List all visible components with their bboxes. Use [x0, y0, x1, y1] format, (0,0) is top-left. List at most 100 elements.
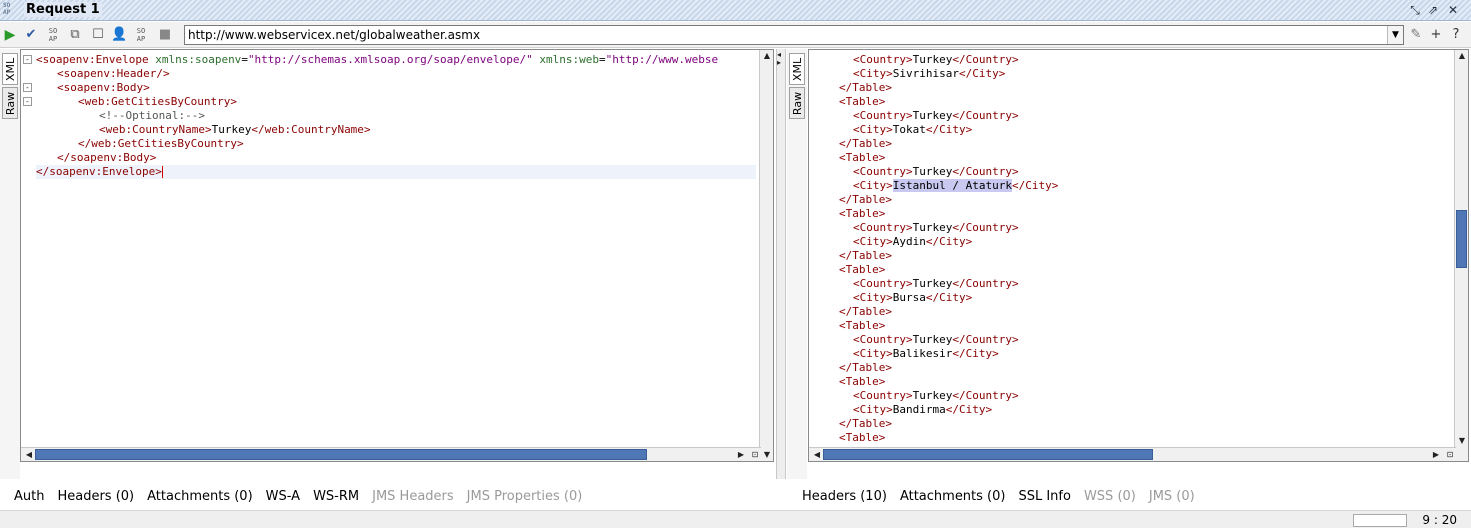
scroll-down-icon[interactable]: ▼ [1456, 435, 1468, 447]
code-token: > [885, 249, 892, 262]
tab-raw[interactable]: Raw [789, 87, 805, 119]
code-token: > [1051, 179, 1059, 192]
bottom-tab[interactable]: Attachments (0) [147, 489, 253, 504]
response-vertical-scrollbar[interactable]: ▲ ▼ [1454, 50, 1468, 461]
code-token: > [878, 95, 886, 108]
tab-xml[interactable]: XML [2, 53, 18, 85]
fold-toggle-icon[interactable]: - [23, 55, 32, 64]
fold-toggle-icon[interactable]: - [23, 83, 32, 92]
bottom-tab[interactable]: SSL Info [1018, 489, 1070, 504]
code-token: > [885, 137, 892, 150]
scroll-right-icon[interactable]: ▶ [1430, 449, 1442, 461]
code-token: </ [925, 291, 940, 304]
collapse-arrows-icon[interactable]: ◂ ▸ [777, 51, 781, 67]
code-token: > [998, 67, 1006, 80]
zoom-icon[interactable]: ⊡ [1444, 449, 1456, 461]
bottom-tab[interactable]: WS-A [266, 489, 300, 504]
detach-icon[interactable]: ⇗ [1426, 3, 1440, 17]
code-line: <City>Balikesir</City> [825, 347, 1455, 361]
code-token: </ [925, 123, 940, 136]
stop-icon[interactable]: ■ [157, 27, 173, 43]
validate-icon[interactable]: ✔ [23, 27, 39, 43]
code-token: Country [859, 109, 906, 122]
scroll-up-icon[interactable]: ▲ [1456, 50, 1468, 62]
scroll-up-icon[interactable]: ▲ [761, 50, 773, 62]
code-token: "http://www.webse [605, 53, 719, 66]
code-token: Turkey [912, 165, 953, 178]
zoom-icon[interactable]: ⊡ [749, 449, 761, 461]
edit-endpoints-icon[interactable]: ✎ [1408, 27, 1424, 43]
vertical-scroll-thumb[interactable] [1456, 210, 1467, 268]
request-horizontal-scrollbar[interactable]: ◀ ▶ ⊡ [21, 447, 761, 461]
code-token: > [886, 235, 893, 248]
close-icon[interactable]: ✕ [1446, 3, 1460, 17]
bottom-tab[interactable]: Headers (10) [802, 489, 887, 504]
help-icon[interactable]: ? [1448, 27, 1464, 43]
response-xml-editor[interactable]: <Country>Turkey</Country> <City>Sivrihisa… [808, 49, 1469, 462]
run-icon[interactable]: ▶ [2, 27, 18, 43]
code-token: </ [839, 361, 853, 374]
split-view-icon[interactable]: ⧉ [67, 27, 83, 43]
endpoint-url-input[interactable]: http://www.webservicex.net/globalweather… [184, 25, 1404, 45]
code-token: > [878, 319, 886, 332]
code-token: </ [925, 235, 940, 248]
status-bar: 9 : 20 [0, 510, 1471, 528]
code-token: City [859, 67, 887, 80]
code-token: </ [78, 137, 92, 150]
fold-gutter [809, 50, 821, 461]
bottom-tab: JMS Headers [372, 489, 454, 504]
restore-icon[interactable]: ⤡ [1408, 3, 1422, 17]
scroll-left-icon[interactable]: ◀ [23, 449, 35, 461]
code-token: </ [1011, 179, 1026, 192]
bottom-tab[interactable]: WS-RM [313, 489, 359, 504]
maximize-icon[interactable]: ☐ [90, 27, 106, 43]
request-xml-editor[interactable]: <soapenv:Envelope xmlns:soapenv="http://… [20, 49, 774, 462]
soap-format-icon[interactable]: SO AP [45, 27, 61, 43]
code-token: soapenv:Body [70, 151, 150, 164]
tab-xml[interactable]: XML [789, 53, 805, 85]
scroll-right-icon[interactable]: ▶ [735, 449, 747, 461]
soap-logo-icon: SO AP [3, 2, 11, 16]
bottom-tab[interactable]: Attachments (0) [900, 489, 1006, 504]
code-token: < [853, 53, 860, 66]
code-token: < [853, 347, 860, 360]
code-token: > [886, 403, 893, 416]
code-token: > [878, 431, 886, 444]
request-vertical-scrollbar[interactable]: ▲ ▼ [759, 50, 773, 461]
fold-toggle-icon[interactable]: - [23, 97, 32, 106]
code-token: < [57, 67, 64, 80]
tab-raw[interactable]: Raw [2, 87, 18, 119]
code-line: <Table> [825, 431, 1455, 445]
bottom-tab: JMS Properties (0) [466, 489, 583, 504]
code-token: < [853, 291, 860, 304]
code-token: Country [859, 165, 906, 178]
horizontal-scroll-thumb[interactable] [35, 449, 647, 460]
wsdl-icon[interactable]: SO AP [133, 27, 149, 43]
request-toolbar: ▶ ✔ SO AP ⧉ ☐ 👤 SO AP ■ http://www.webserv… [0, 22, 1471, 48]
code-token: < [853, 67, 860, 80]
split-divider[interactable]: ◂ ▸ [776, 49, 786, 479]
bottom-tab[interactable]: Headers (0) [57, 489, 134, 504]
response-horizontal-scrollbar[interactable]: ◀ ▶ ⊡ [809, 447, 1456, 461]
scroll-left-icon[interactable]: ◀ [811, 449, 823, 461]
scroll-down-icon[interactable]: ▼ [761, 449, 773, 461]
code-token: </ [251, 123, 265, 136]
code-token: = [598, 53, 606, 66]
code-token: > [885, 417, 892, 430]
code-token: City [859, 179, 887, 192]
code-token: Table [845, 263, 879, 276]
code-token: > [965, 235, 973, 248]
code-token: > [885, 81, 892, 94]
code-token: </ [952, 53, 966, 66]
code-token: City [859, 403, 887, 416]
horizontal-scroll-thumb[interactable] [823, 449, 1153, 460]
code-line: </Table> [825, 249, 1455, 263]
bottom-tab[interactable]: Auth [14, 489, 44, 504]
code-token: > [1011, 277, 1019, 290]
code-token: < [853, 165, 860, 178]
add-icon[interactable]: + [1428, 27, 1444, 43]
code-token: </ [839, 193, 853, 206]
user-icon[interactable]: 👤 [111, 27, 127, 43]
code-token: Table [852, 305, 886, 318]
chevron-down-icon[interactable]: ▼ [1387, 26, 1403, 44]
